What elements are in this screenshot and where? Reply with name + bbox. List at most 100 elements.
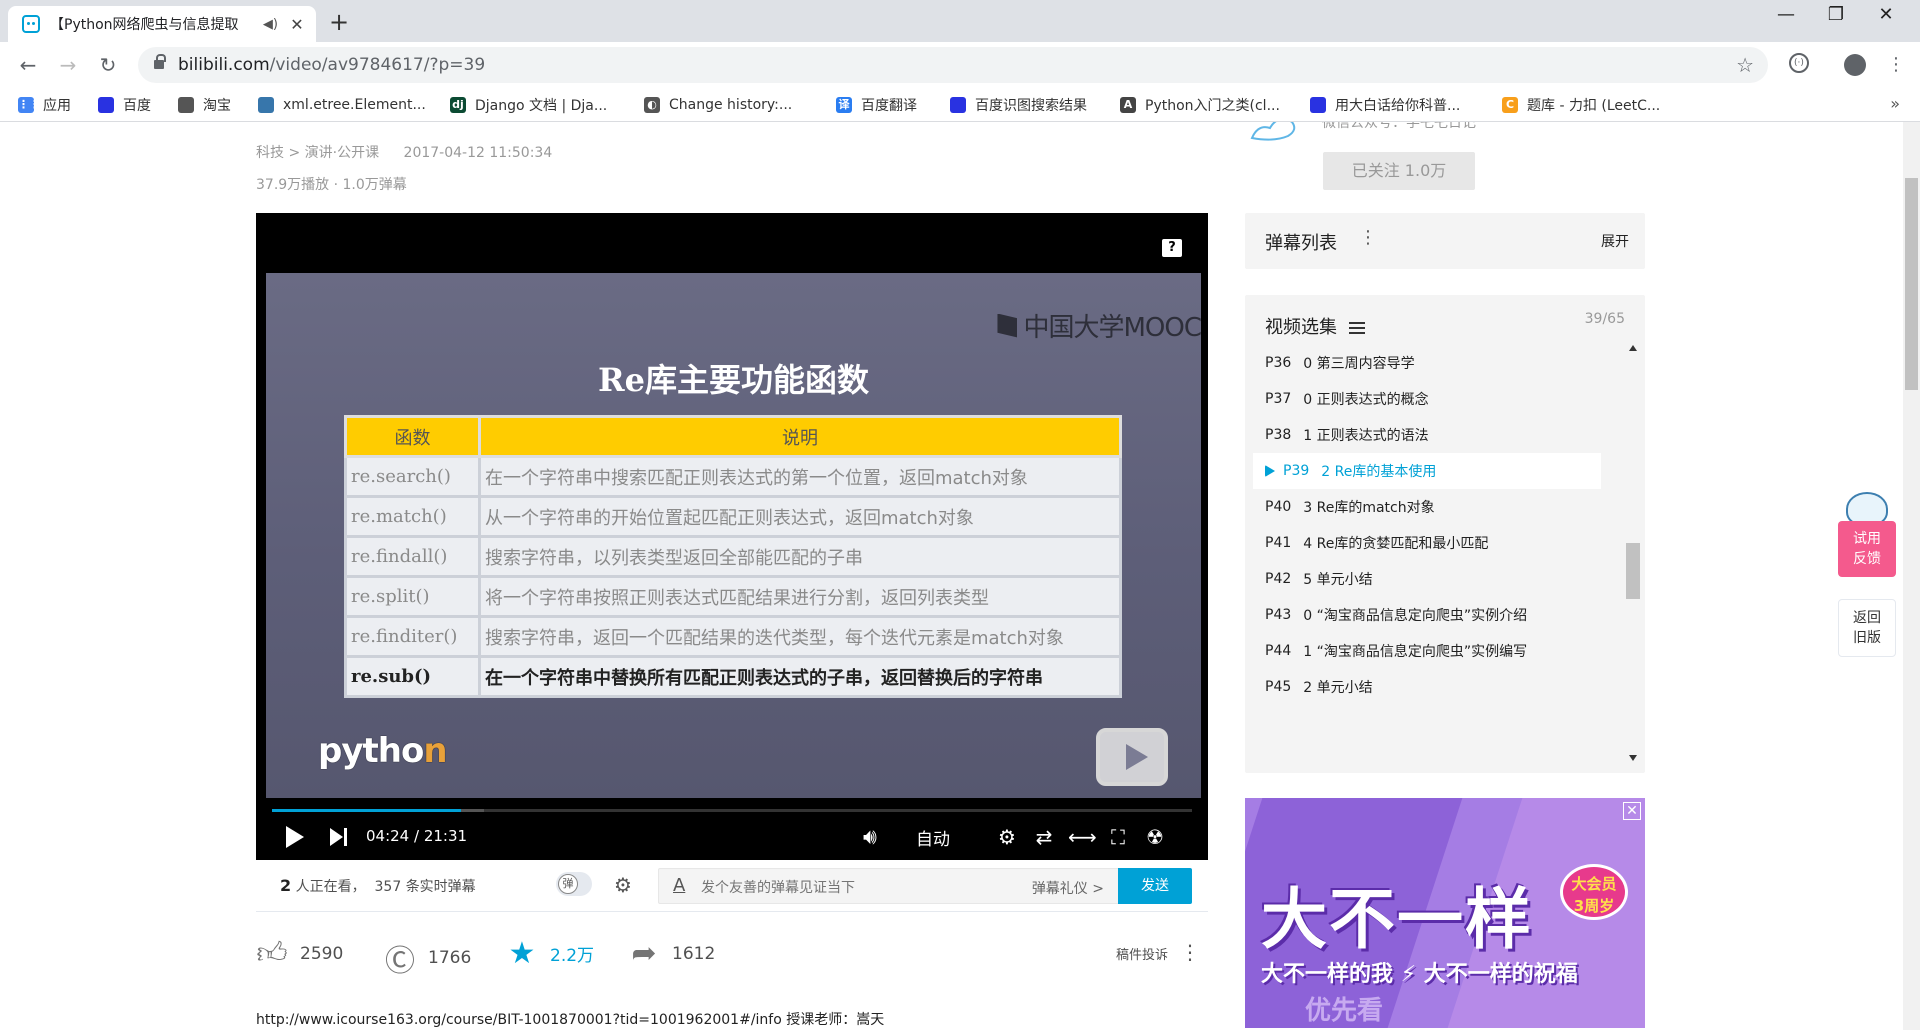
share-button[interactable]: ➦ 1612 bbox=[628, 936, 715, 971]
episode-title: 1 “淘宝商品信息定向爬虫”实例编写 bbox=[1303, 644, 1528, 660]
danmaku-settings-icon[interactable]: ⚙ bbox=[614, 873, 632, 897]
bookmark-item[interactable]: dj Django 文档 | Dja... bbox=[450, 94, 607, 116]
episode-scroll-thumb[interactable] bbox=[1626, 543, 1640, 599]
play-icon[interactable] bbox=[286, 826, 304, 848]
bookmark-item[interactable]: 用大白话给你科普... bbox=[1310, 94, 1460, 116]
scroll-down-icon[interactable] bbox=[1629, 755, 1637, 761]
extension-icon[interactable]: (·) bbox=[1789, 53, 1809, 73]
episode-item[interactable]: P42 5 单元小结 bbox=[1245, 561, 1609, 597]
url-text[interactable]: bilibili.com/video/av9784617/?p=39 bbox=[178, 55, 485, 75]
browser-tab[interactable]: 【Python网络爬虫与信息提取 ◀) ✕ bbox=[8, 6, 316, 42]
close-tab-icon[interactable]: ✕ bbox=[288, 15, 306, 34]
episode-item[interactable]: P44 1 “淘宝商品信息定向爬虫”实例编写 bbox=[1245, 633, 1609, 669]
bookmark-star-icon[interactable]: ☆ bbox=[1736, 53, 1754, 77]
episode-item[interactable]: P43 0 “淘宝商品信息定向爬虫”实例介绍 bbox=[1245, 597, 1609, 633]
danmaku-etiquette-link[interactable]: 弹幕礼仪 > bbox=[1032, 878, 1104, 898]
episode-title: 4 Re库的贪婪匹配和最小匹配 bbox=[1303, 536, 1489, 552]
close-window-icon[interactable]: ✕ bbox=[1856, 4, 1916, 25]
episode-item[interactable]: P38 1 正则表达式的语法 bbox=[1245, 417, 1609, 453]
profile-icon[interactable] bbox=[1843, 53, 1867, 77]
more-bookmarks-icon[interactable]: » bbox=[1890, 94, 1900, 113]
follow-button[interactable]: 已关注 1.0万 bbox=[1323, 152, 1475, 190]
back-icon[interactable]: ← bbox=[14, 51, 42, 79]
bookmark-label: 用大白话给你科普... bbox=[1335, 98, 1461, 114]
danmaku-list-panel[interactable]: 弹幕列表 ⋮ 展开 bbox=[1245, 213, 1645, 269]
close-ad-icon[interactable]: ✕ bbox=[1623, 802, 1641, 820]
widescreen-icon[interactable]: ⟷ bbox=[1068, 825, 1097, 849]
bookmark-item[interactable]: ◐ Change history:... bbox=[644, 94, 792, 116]
loop-off-icon[interactable]: ⇄ bbox=[1031, 825, 1057, 849]
episode-item[interactable]: P41 4 Re库的贪婪匹配和最小匹配 bbox=[1245, 525, 1609, 561]
episode-scrollbar[interactable] bbox=[1625, 345, 1641, 765]
video-frame[interactable]: 中国大学MOOC Re库主要功能函数 函数 说明 re.search() 在一个字… bbox=[266, 273, 1202, 798]
forward-icon[interactable]: → bbox=[54, 51, 82, 79]
danmaku-send-bar: 2 人正在看， 357 条实时弹幕 弹 ⚙ A 弹幕礼仪 > 发送 bbox=[256, 860, 1208, 912]
audio-playing-icon[interactable]: ◀) bbox=[263, 17, 278, 32]
uploader-avatar[interactable] bbox=[1248, 122, 1300, 144]
danmaku-toggle[interactable]: 弹 bbox=[556, 872, 592, 896]
progress-played bbox=[272, 809, 461, 812]
bookmark-favicon-icon bbox=[258, 97, 274, 113]
more-options-icon[interactable]: ⋮ bbox=[1180, 940, 1200, 964]
bookmark-item[interactable]: ⋮⋮ 应用 bbox=[18, 94, 71, 116]
send-danmaku-button[interactable]: 发送 bbox=[1118, 868, 1192, 904]
bookmark-label: 应用 bbox=[43, 98, 71, 114]
scroll-up-icon[interactable] bbox=[1629, 345, 1637, 351]
help-icon[interactable]: ? bbox=[1162, 239, 1182, 257]
table-header-function: 函数 bbox=[344, 415, 481, 458]
web-fullscreen-icon[interactable]: ⛶ bbox=[1105, 825, 1131, 849]
quality-selector[interactable]: 自动 bbox=[916, 825, 950, 850]
reload-icon[interactable]: ↻ bbox=[94, 51, 122, 79]
function-name-cell: re.split() bbox=[344, 575, 481, 618]
volume-icon[interactable]: 🔊︎ bbox=[863, 825, 877, 850]
danmaku-list-menu-icon[interactable]: ⋮ bbox=[1359, 227, 1377, 248]
menu-icon[interactable]: ⋮ bbox=[1884, 53, 1908, 77]
episode-item[interactable]: P39 2 Re库的基本使用 bbox=[1253, 453, 1601, 489]
back-to-old-version-button[interactable]: 返回 旧版 bbox=[1838, 599, 1896, 657]
expand-danmaku-list[interactable]: 展开 bbox=[1601, 231, 1629, 251]
danmaku-style-icon[interactable]: A bbox=[673, 875, 685, 896]
bookmark-item[interactable]: xml.etree.Element... bbox=[258, 94, 426, 116]
episode-item[interactable]: P45 2 单元小结 bbox=[1245, 669, 1609, 705]
new-tab-icon[interactable]: + bbox=[326, 8, 352, 36]
bookmark-item[interactable]: A Python入门之类(cl... bbox=[1120, 94, 1280, 116]
like-button[interactable]: 👍︎ 2590 bbox=[256, 936, 343, 972]
bookmark-favicon-icon: A bbox=[1120, 97, 1136, 113]
danmaku-input[interactable] bbox=[701, 876, 981, 898]
episode-number: P38 bbox=[1265, 427, 1292, 443]
function-name-cell: re.findall() bbox=[344, 535, 481, 578]
video-category[interactable]: 科技 > 演讲·公开课 bbox=[256, 145, 379, 161]
episode-item[interactable]: P40 3 Re库的match对象 bbox=[1245, 489, 1609, 525]
function-description-cell: 搜索字符串，返回一个匹配结果的迭代类型，每个迭代元素是match对象 bbox=[478, 615, 1122, 658]
episode-item[interactable]: P37 0 正则表达式的概念 bbox=[1245, 381, 1609, 417]
page-scrollbar[interactable] bbox=[1903, 122, 1920, 1030]
progress-bar[interactable] bbox=[272, 809, 1192, 812]
bookmark-item[interactable]: 百度 bbox=[98, 94, 151, 116]
bookmark-item[interactable]: C 题库 - 力扣 (LeetC... bbox=[1502, 94, 1660, 116]
bookmark-item[interactable]: 淘宝 bbox=[178, 94, 231, 116]
settings-icon[interactable]: ⚙ bbox=[994, 825, 1020, 849]
browser-toolbar: ← → ↻ bilibili.com/video/av9784617/?p=39… bbox=[0, 42, 1920, 88]
favorite-button[interactable]: ★ 2.2万 bbox=[506, 936, 595, 971]
episode-count: 39/65 bbox=[1584, 311, 1625, 327]
video-player[interactable]: ? 中国大学MOOC Re库主要功能函数 函数 说明 re.search() 在一… bbox=[256, 213, 1208, 860]
episode-item[interactable]: P36 0 第三周内容导学 bbox=[1245, 345, 1609, 381]
bookmark-label: Django 文档 | Dja... bbox=[475, 98, 608, 114]
time-display: 04:24 / 21:31 bbox=[366, 827, 468, 845]
bookmark-item[interactable]: 百度识图搜索结果 bbox=[950, 94, 1087, 116]
try-feedback-button[interactable]: 试用 反馈 bbox=[1838, 521, 1896, 577]
report-link[interactable]: 稿件投诉 bbox=[1116, 944, 1168, 963]
episode-title: 1 正则表达式的语法 bbox=[1303, 428, 1429, 444]
list-view-icon[interactable] bbox=[1349, 322, 1365, 334]
danmaku-list-title: 弹幕列表 bbox=[1265, 233, 1337, 254]
address-bar[interactable]: bilibili.com/video/av9784617/?p=39 ☆ bbox=[138, 47, 1768, 83]
ad-banner[interactable]: ✕ 大不一样 大会员 3周岁 大不一样的我 ⚡ 大不一样的祝福 优先看 bbox=[1245, 798, 1645, 1028]
next-episode-icon[interactable] bbox=[330, 828, 348, 846]
page-scroll-thumb[interactable] bbox=[1905, 178, 1918, 390]
video-meta: 科技 > 演讲·公开课 2017-04-12 11:50:34 bbox=[256, 142, 558, 162]
coin-button[interactable]: Ⓒ 1766 bbox=[384, 936, 471, 980]
fullscreen-icon[interactable]: ☢ bbox=[1142, 825, 1168, 849]
lock-icon[interactable] bbox=[154, 54, 166, 69]
bookmark-item[interactable]: 译百度翻译 bbox=[836, 94, 917, 116]
episode-number: P42 bbox=[1265, 571, 1292, 587]
